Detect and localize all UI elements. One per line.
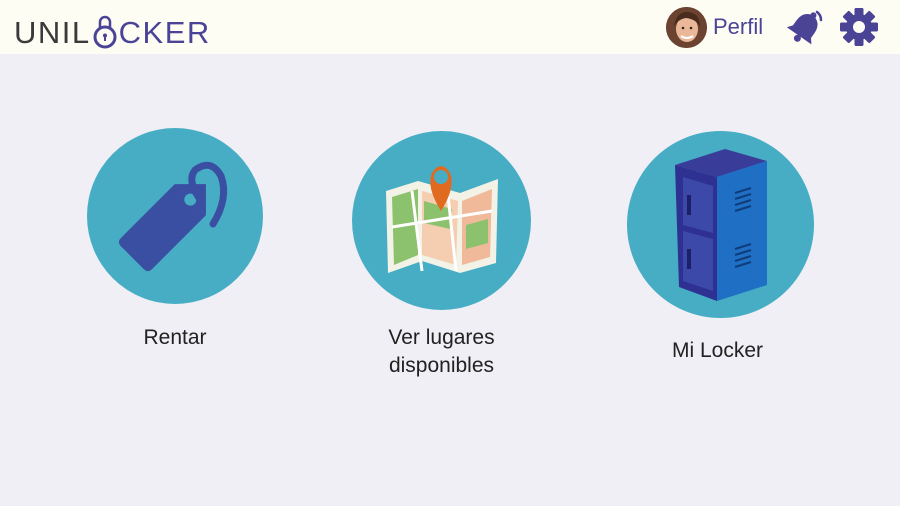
logo-prefix: UNIL — [14, 15, 91, 50]
profile-button[interactable]: Perfil — [666, 6, 763, 48]
logo-suffix: CKER — [118, 15, 211, 50]
top-bar: UNIL CKER Perfil — [0, 0, 900, 54]
profile-label[interactable]: Perfil — [713, 14, 763, 40]
bell-icon[interactable] — [786, 6, 826, 46]
tile-rentar[interactable]: Rentar — [87, 128, 263, 358]
locker-icon — [675, 149, 767, 301]
ver-lugares-label[interactable]: Ver lugares disponibles — [342, 324, 541, 380]
locker-circle[interactable] — [627, 131, 814, 318]
mi-locker-label[interactable]: Mi Locker — [627, 337, 808, 365]
map-pin-icon — [386, 166, 498, 273]
tile-mi-locker[interactable]: Mi Locker — [627, 131, 814, 371]
tag-icon — [118, 161, 228, 272]
padlock-o-icon — [92, 13, 118, 49]
app-logo: UNIL CKER — [14, 8, 211, 50]
rentar-label[interactable]: Rentar — [87, 324, 263, 352]
tile-ver-lugares[interactable]: Ver lugares disponibles — [352, 131, 531, 381]
map-circle[interactable] — [352, 131, 531, 310]
rentar-circle[interactable] — [87, 128, 263, 304]
avatar[interactable] — [666, 6, 707, 48]
gear-icon[interactable] — [837, 6, 881, 48]
